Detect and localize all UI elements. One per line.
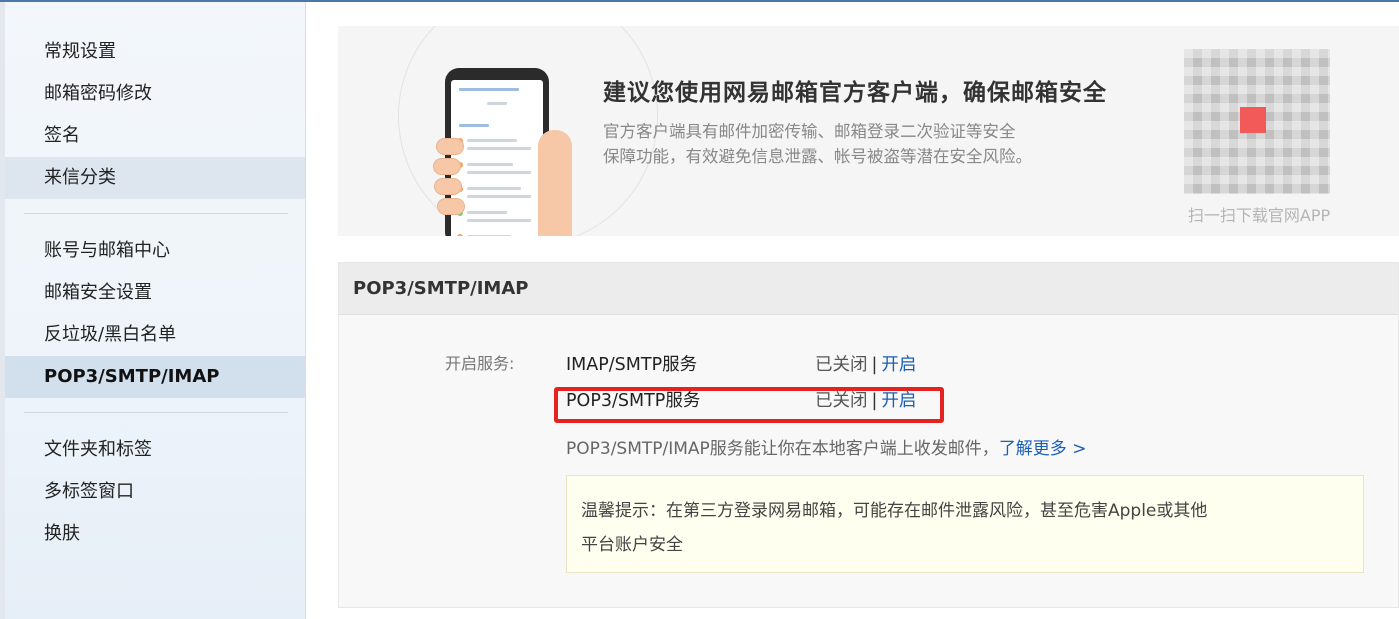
- pop3-smtp-imap-section: POP3/SMTP/IMAP 开启服务: IMAP/SMTP服务 已关闭 | 开启 …: [338, 262, 1399, 608]
- sidebar-item-multi-tab[interactable]: 多标签窗口: [5, 471, 305, 513]
- finger-shape: [433, 158, 461, 175]
- settings-sidebar: 常规设置 邮箱密码修改 签名 来信分类 账号与邮箱中心 邮箱安全设置 反垃圾/黑…: [0, 2, 306, 619]
- imap-enable-link[interactable]: 开启: [881, 355, 916, 375]
- banner-desc-line: 官方客户端具有邮件加密传输、邮箱登录二次验证等安全: [603, 122, 1016, 141]
- learn-more-link[interactable]: 了解更多 >: [999, 439, 1087, 459]
- service-info-text: POP3/SMTP/IMAP服务能让你在本地客户端上收发邮件，: [566, 439, 999, 459]
- banner-description: 官方客户端具有邮件加密传输、邮箱登录二次验证等安全 保障功能，有效避免信息泄露、…: [603, 119, 1103, 169]
- sidebar-item-account-center[interactable]: 账号与邮箱中心: [5, 230, 305, 272]
- qr-label: 扫一扫下载官网APP: [1187, 206, 1331, 225]
- banner-desc-line: 保障功能，有效避免信息泄露、帐号被盗等潜在安全风险。: [603, 147, 1032, 166]
- finger-shape: [436, 138, 464, 155]
- imap-service-name: IMAP/SMTP服务: [566, 355, 698, 375]
- security-tip-box: 温馨提示：在第三方登录网易邮箱，可能存在邮件泄露风险，甚至危害Apple或其他 …: [566, 475, 1364, 573]
- finger-shape: [437, 198, 465, 215]
- banner-title: 建议您使用网易邮箱官方客户端，确保邮箱安全: [603, 80, 1107, 106]
- main-content: 建议您使用网易邮箱官方客户端，确保邮箱安全 官方客户端具有邮件加密传输、邮箱登录…: [306, 2, 1399, 619]
- separator: |: [871, 355, 878, 375]
- sidebar-item-general[interactable]: 常规设置: [5, 31, 305, 73]
- client-promo-banner: 建议您使用网易邮箱官方客户端，确保邮箱安全 官方客户端具有邮件加密传输、邮箱登录…: [338, 26, 1399, 236]
- section-title: POP3/SMTP/IMAP: [339, 263, 1398, 315]
- sidebar-divider: [24, 213, 288, 214]
- sidebar-item-signature[interactable]: 签名: [5, 115, 305, 157]
- imap-status-text: 已关闭: [815, 355, 868, 375]
- sidebar-item-pop3-smtp-imap[interactable]: POP3/SMTP/IMAP: [5, 356, 305, 398]
- phone-screen: [451, 80, 543, 236]
- sidebar-item-spam-list[interactable]: 反垃圾/黑白名单: [5, 314, 305, 356]
- sidebar-divider: [24, 412, 288, 413]
- highlight-annotation-box: [554, 387, 944, 423]
- qr-code: [1184, 49, 1330, 194]
- sidebar-item-mail-filter[interactable]: 来信分类: [5, 157, 305, 199]
- service-info: POP3/SMTP/IMAP服务能让你在本地客户端上收发邮件，了解更多 >: [566, 434, 1086, 459]
- sidebar-item-security[interactable]: 邮箱安全设置: [5, 272, 305, 314]
- qr-center-logo: [1240, 107, 1266, 133]
- sidebar-item-folders-labels[interactable]: 文件夹和标签: [5, 429, 305, 471]
- hand-illustration: [538, 130, 572, 236]
- sidebar-item-skin[interactable]: 换肤: [5, 513, 305, 555]
- imap-service-status: 已关闭 | 开启: [815, 351, 916, 376]
- finger-shape: [434, 178, 462, 195]
- enable-service-label: 开启服务:: [445, 354, 515, 373]
- sidebar-item-password[interactable]: 邮箱密码修改: [5, 73, 305, 115]
- tip-line: 温馨提示：在第三方登录网易邮箱，可能存在邮件泄露风险，甚至危害Apple或其他: [581, 501, 1208, 521]
- tip-line: 平台账户安全: [581, 535, 683, 555]
